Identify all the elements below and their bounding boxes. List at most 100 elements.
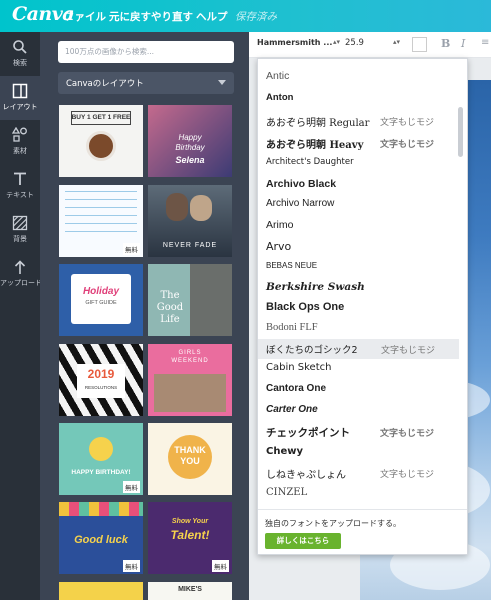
nav-search[interactable]: 検索 bbox=[0, 32, 40, 76]
italic-button[interactable]: I bbox=[461, 37, 465, 50]
font-option[interactable]: Black Ops One bbox=[258, 298, 458, 318]
thumb-line bbox=[65, 223, 137, 224]
font-option[interactable]: Chewy bbox=[258, 443, 458, 463]
layout-thumb[interactable]: GIRLS WEEKEND bbox=[148, 344, 232, 416]
side-nav: 検索 レイアウト 素材 テキスト 背景 アップロード bbox=[0, 32, 42, 600]
thumb-title: THANK bbox=[174, 445, 206, 455]
font-option[interactable]: しねきゃぷしょん 文字もじモジ bbox=[258, 463, 458, 483]
font-option[interactable]: Archivo Narrow bbox=[258, 195, 458, 215]
layout-thumb[interactable]: BUY 1 GET 1 FREE bbox=[59, 105, 143, 177]
text-icon bbox=[14, 172, 26, 185]
font-option[interactable]: Carter One bbox=[258, 401, 458, 421]
font-name: Cantora One bbox=[266, 383, 327, 394]
layout-thumb[interactable]: Happy Birthday Selena bbox=[148, 105, 232, 177]
nav-label: レイアウト bbox=[2, 103, 38, 111]
text-color-button[interactable] bbox=[412, 37, 427, 52]
thumb-title: BUY 1 GET 1 FREE bbox=[71, 114, 131, 121]
nav-upload[interactable]: アップロード bbox=[0, 252, 42, 296]
font-option[interactable]: Cabin Sketch bbox=[258, 359, 458, 379]
bold-button[interactable]: B bbox=[441, 37, 450, 50]
font-option[interactable]: Architect's Daughter bbox=[258, 154, 458, 174]
nav-label: アップロード bbox=[0, 279, 42, 287]
font-name: Anton bbox=[266, 92, 294, 103]
layout-thumb[interactable]: Good luck 無料 bbox=[59, 502, 143, 574]
font-upload-section: 独自のフォントをアップロードする。 詳しくはこちら bbox=[258, 509, 467, 554]
font-option[interactable]: Archivo Black bbox=[258, 175, 458, 195]
upload-icon bbox=[14, 260, 26, 274]
menu-file[interactable]: ファイル bbox=[64, 9, 106, 24]
font-option[interactable]: Antic bbox=[258, 67, 458, 87]
font-size-select[interactable]: 25.9 bbox=[345, 38, 364, 48]
thumb-subtitle: YOU bbox=[180, 456, 200, 466]
font-family-select[interactable]: Hammersmith ... bbox=[257, 38, 332, 47]
nav-label: 素材 bbox=[13, 147, 27, 155]
font-sample: 文字もじモジ bbox=[379, 429, 434, 439]
thumb-subtitle: Good bbox=[156, 302, 184, 313]
font-option[interactable]: CINZEL bbox=[258, 484, 458, 504]
scrollbar[interactable] bbox=[458, 107, 463, 157]
layout-thumb[interactable]: Show Your Talent! 無料 bbox=[148, 502, 232, 574]
layout-category-select[interactable]: Canvaのレイアウト bbox=[58, 72, 234, 94]
thumb-title: Holiday bbox=[82, 286, 120, 297]
nav-layout[interactable]: レイアウト bbox=[0, 76, 40, 120]
search-input[interactable]: 100万点の画像から検索... bbox=[58, 41, 234, 63]
learn-more-button[interactable]: 詳しくはこちら bbox=[265, 533, 341, 549]
menu-undo[interactable]: 元に戻す bbox=[109, 9, 151, 24]
thumb-title: The bbox=[160, 290, 180, 301]
free-badge: 無料 bbox=[212, 560, 229, 572]
thumb-person bbox=[190, 195, 212, 221]
text-toolbar: Hammersmith ... ▴▾ 25.9 ▴▾ B I ≡ bbox=[249, 32, 491, 58]
thumb-photo bbox=[154, 374, 226, 412]
font-option[interactable]: Anton bbox=[258, 89, 458, 109]
chevron-updown-icon: ▴▾ bbox=[393, 38, 401, 46]
font-option[interactable]: チェックポイント 文字もじモジ bbox=[258, 422, 458, 442]
font-option[interactable]: Berkshire Swash bbox=[258, 278, 458, 298]
layout-thumb[interactable]: MIKE'S bbox=[148, 582, 232, 600]
thumb-line bbox=[65, 215, 137, 216]
font-option[interactable]: ぼくたちのゴシック2 文字もじモジ bbox=[258, 339, 459, 359]
free-badge: 無料 bbox=[123, 481, 140, 493]
layouts-panel: 100万点の画像から検索... Canvaのレイアウト BUY 1 GET 1 … bbox=[40, 32, 249, 600]
menu-redo[interactable]: やり直す bbox=[151, 9, 193, 24]
thumb-title: HAPPY BIRTHDAY! bbox=[71, 469, 131, 476]
font-option[interactable]: Bodoni FLF bbox=[258, 319, 458, 339]
font-name: あおぞら明朝 Regular bbox=[266, 118, 370, 129]
layout-thumb[interactable]: 2019 RESOLUTIONS bbox=[59, 344, 143, 416]
thumb-name: Selena bbox=[175, 155, 205, 165]
font-option[interactable]: Cantora One bbox=[258, 380, 458, 400]
menu-help[interactable]: ヘルプ bbox=[196, 9, 228, 24]
font-name: ぼくたちのゴシック2 bbox=[266, 345, 358, 356]
layout-thumb[interactable]: The Good Life bbox=[148, 264, 232, 336]
font-name: Arimo bbox=[266, 219, 294, 231]
layout-thumb[interactable]: THANK YOU bbox=[148, 423, 232, 495]
font-name: BEBAS NEUE bbox=[266, 261, 318, 270]
layout-thumb[interactable]: HAPPY BIRTHDAY! 無料 bbox=[59, 423, 143, 495]
layout-thumb[interactable]: 無料 bbox=[59, 185, 143, 257]
font-option[interactable]: Arvo bbox=[258, 237, 458, 257]
font-option[interactable]: BEBAS NEUE bbox=[258, 258, 458, 278]
top-bar: Canva ファイル 元に戻す やり直す ヘルプ 保存済み bbox=[0, 0, 491, 32]
font-option[interactable]: あおぞら明朝 Regular 文字もじモジ bbox=[258, 111, 458, 131]
font-name: Bodoni FLF bbox=[266, 322, 318, 333]
nav-background[interactable]: 背景 bbox=[0, 208, 40, 252]
nav-text[interactable]: テキスト bbox=[0, 164, 40, 208]
elements-icon bbox=[12, 127, 27, 142]
font-name: CINZEL bbox=[266, 487, 308, 498]
thumb-line bbox=[65, 191, 137, 192]
chevron-updown-icon: ▴▾ bbox=[333, 38, 341, 46]
align-icon[interactable]: ≡ bbox=[481, 37, 489, 48]
thumb-person bbox=[166, 193, 188, 221]
thumb-title: Show Your bbox=[171, 518, 209, 525]
thumb-title: GIRLS bbox=[178, 350, 202, 356]
font-option[interactable]: Arimo bbox=[258, 216, 458, 236]
layout-thumb[interactable]: NEVER FADE bbox=[148, 185, 232, 257]
font-option[interactable]: あおぞら明朝 Heavy 文字もじモジ bbox=[258, 133, 458, 153]
layout-thumb[interactable]: Holiday GIFT GUIDE bbox=[59, 264, 143, 336]
font-sample: 文字もじモジ bbox=[379, 140, 434, 150]
thumb-title: Good luck bbox=[74, 534, 128, 546]
nav-elements[interactable]: 素材 bbox=[0, 120, 40, 164]
font-list-dropdown: Antic Anton あおぞら明朝 Regular 文字もじモジ あおぞら明朝 … bbox=[257, 58, 468, 555]
font-name: Archivo Narrow bbox=[266, 198, 335, 209]
layout-thumb[interactable] bbox=[59, 582, 143, 600]
font-name: チェックポイント bbox=[266, 427, 350, 439]
